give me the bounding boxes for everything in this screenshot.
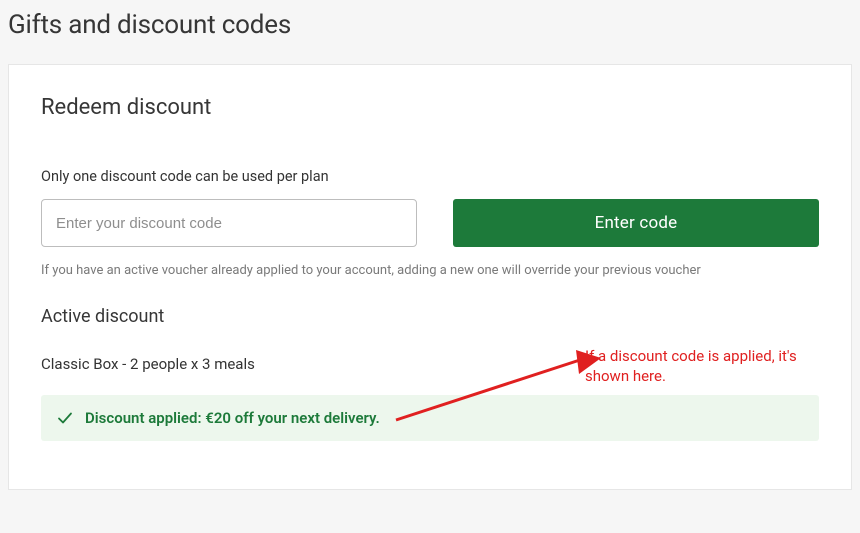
discount-applied-text: Discount applied: €20 off your next deli…	[85, 409, 380, 427]
redeem-hint: Only one discount code can be used per p…	[41, 168, 819, 185]
active-discount-title: Active discount	[41, 306, 819, 327]
page-title: Gifts and discount codes	[8, 10, 852, 40]
check-icon	[57, 410, 73, 426]
discount-code-input[interactable]	[41, 199, 417, 247]
override-note: If you have an active voucher already ap…	[41, 263, 819, 278]
code-row: Enter code	[41, 199, 819, 247]
redeem-section-title: Redeem discount	[41, 95, 819, 120]
annotation-text: If a discount code is applied, it's show…	[585, 346, 815, 387]
redeem-card: Redeem discount Only one discount code c…	[8, 64, 852, 490]
discount-applied-banner: Discount applied: €20 off your next deli…	[41, 395, 819, 441]
enter-code-button[interactable]: Enter code	[453, 199, 819, 247]
